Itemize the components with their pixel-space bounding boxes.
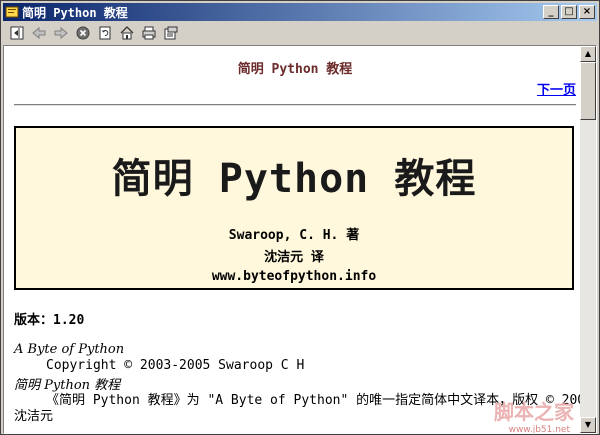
header-divider [14,104,576,106]
hide-pane-button[interactable] [7,24,27,42]
maximize-button[interactable]: □ [561,5,577,19]
forward-button[interactable] [51,24,71,42]
title-bar[interactable]: 简明 Python 教程 _ □ × [3,3,597,21]
toolbar [3,22,597,44]
watermark-url: www.jb51.net [508,425,570,434]
author-line: Swaroop, C. H. 著 [228,228,360,243]
window-title: 简明 Python 教程 [22,5,128,20]
forward-icon [54,26,68,40]
page-header-title: 简明 Python 教程 [237,62,353,77]
book-title: 简明 Python 教程 [111,156,477,202]
next-page-link[interactable]: 下一页 [537,79,576,98]
print-icon [142,26,156,40]
back-button[interactable] [29,24,49,42]
stop-icon [76,26,90,40]
original-book-title: A Byte of Python [14,342,125,357]
refresh-icon [99,26,111,40]
help-viewer-window: 简明 Python 教程 _ □ × 简明 Python 教程 下一页 简明 P… [0,0,600,435]
hide-icon [10,26,24,40]
options-button[interactable] [161,24,181,42]
back-icon [32,26,46,40]
home-button[interactable] [117,24,137,42]
close-button[interactable]: × [579,5,595,19]
scroll-thumb[interactable] [580,62,596,120]
minimize-button[interactable]: _ [543,5,559,19]
content-pane[interactable]: 简明 Python 教程 下一页 简明 Python 教程 Swaroop, C… [3,45,597,434]
scroll-up-button[interactable]: ▲ [580,46,596,62]
translator-name: 沈洁元 [14,409,54,424]
vertical-scrollbar[interactable]: ▲ ▼ [580,46,596,433]
stop-button[interactable] [73,24,93,42]
print-button[interactable] [139,24,159,42]
options-icon [164,26,178,40]
scroll-down-button[interactable]: ▼ [580,417,596,433]
book-title-box: 简明 Python 教程 Swaroop, C. H. 著 沈洁元 译 www.… [14,126,574,290]
translator-line: 沈洁元 译 [264,250,324,265]
website-line: www.byteofpython.info [211,269,377,284]
refresh-button[interactable] [95,24,115,42]
home-icon [120,26,134,40]
watermark-logo: 脚本之家 [494,400,574,424]
help-book-icon [5,5,19,19]
original-copyright: Copyright © 2003-2005 Swaroop C H [46,358,305,373]
version-label: 版本：1.20 [14,313,85,328]
